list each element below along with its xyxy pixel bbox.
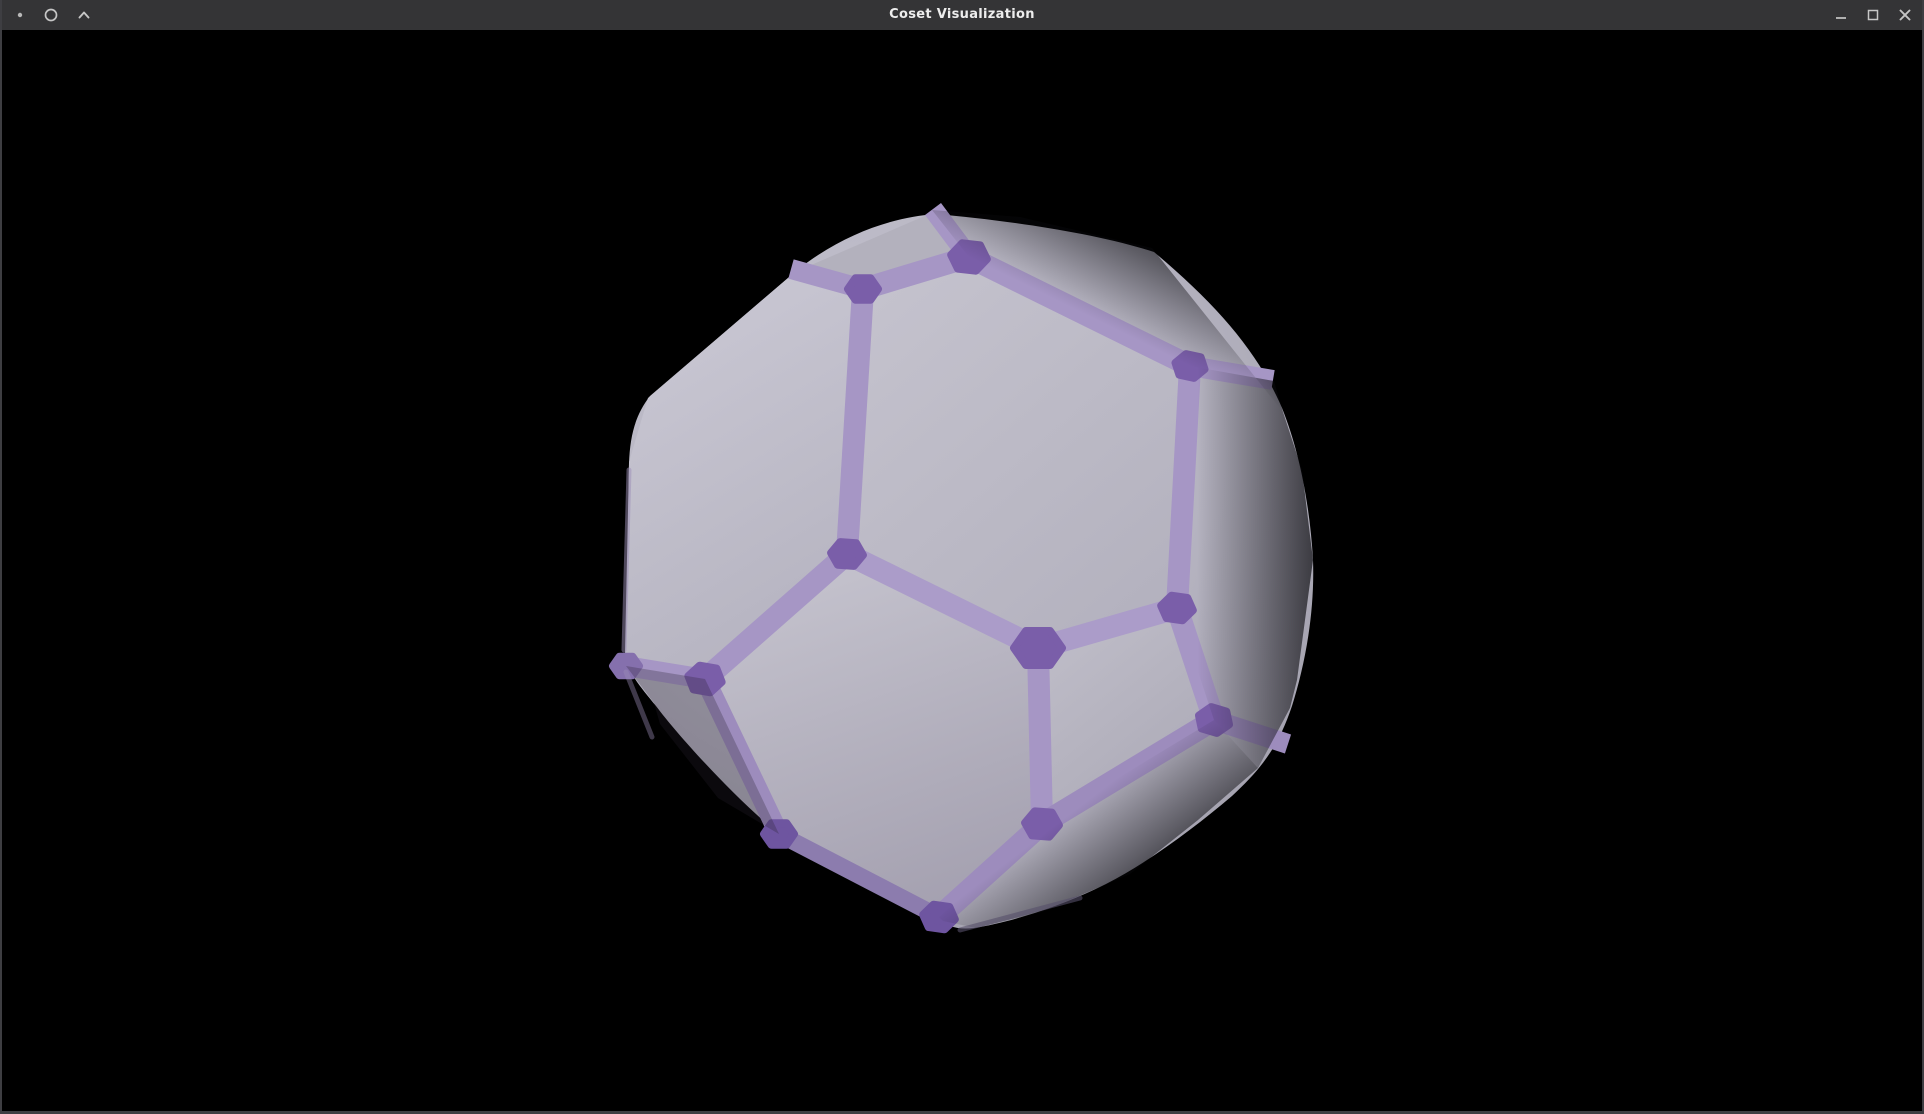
- app-window: Coset Visualization: [0, 0, 1924, 1114]
- dot-icon: [12, 7, 28, 23]
- window-title: Coset Visualization: [2, 0, 1922, 30]
- close-icon[interactable]: [1897, 7, 1913, 23]
- viewport-3d[interactable]: [2, 30, 1922, 1111]
- chevron-up-icon[interactable]: [76, 7, 92, 23]
- circle-icon[interactable]: [43, 7, 59, 23]
- minimize-icon[interactable]: [1833, 7, 1849, 23]
- maximize-icon[interactable]: [1865, 7, 1881, 23]
- titlebar: Coset Visualization: [2, 0, 1922, 30]
